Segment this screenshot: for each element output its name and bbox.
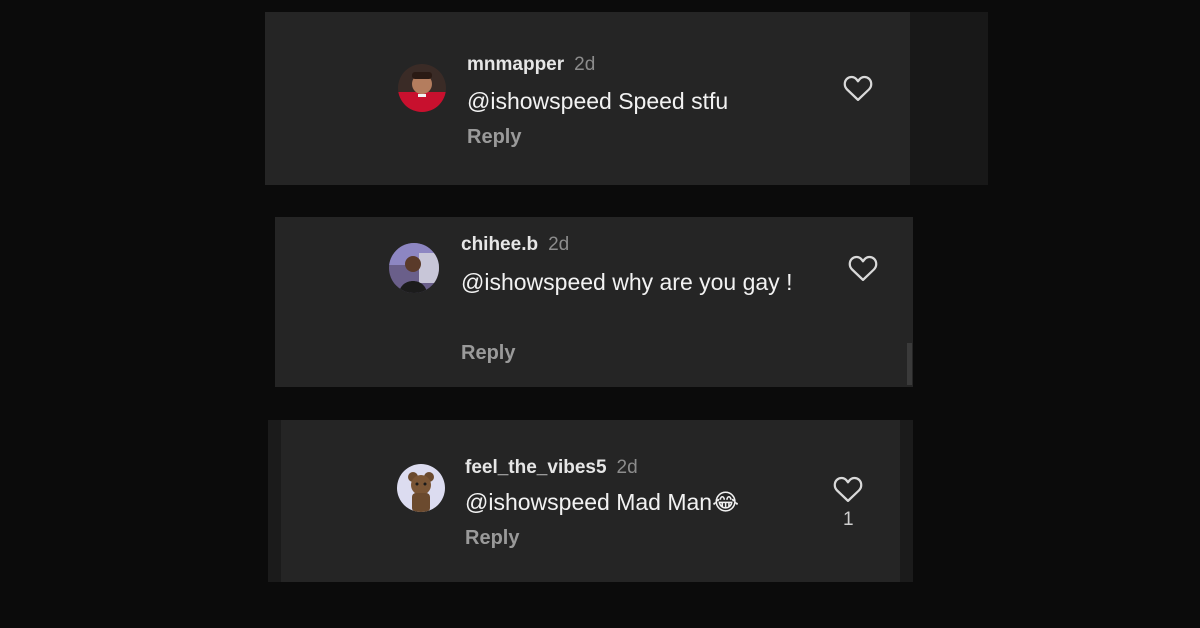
reply-button[interactable]: Reply — [465, 527, 519, 550]
comment-text: @ishowspeed why are you gay ! — [461, 269, 793, 295]
like-button[interactable] — [833, 475, 863, 503]
like-button[interactable] — [848, 254, 878, 282]
username-text[interactable]: chihee.b — [461, 234, 538, 255]
heart-outline-icon — [843, 75, 873, 101]
comment-card: chihee.b 2d @ishowspeed why are you gay !… — [275, 217, 913, 387]
scrollbar[interactable] — [907, 343, 912, 385]
card-edge-shadow — [910, 12, 988, 185]
username-text[interactable]: feel_the_vibes5 — [465, 457, 607, 478]
username-text[interactable]: mnmapper — [467, 54, 564, 75]
comment-time: 2d — [574, 54, 596, 75]
like-button[interactable] — [843, 74, 873, 102]
comment-username[interactable]: mnmapper 2d — [467, 54, 595, 76]
comment-time: 2d — [548, 234, 570, 255]
heart-outline-icon — [848, 255, 878, 281]
avatar[interactable] — [389, 243, 439, 293]
comment-card: feel_the_vibes5 2d @ishowspeed Mad Man😂 R… — [268, 420, 913, 582]
football-player-avatar-icon — [398, 64, 446, 112]
teddy-bear-avatar-icon — [397, 464, 445, 512]
comment-card: mnmapper 2d @ishowspeed Speed stfu Reply — [265, 12, 988, 185]
comment-username[interactable]: feel_the_vibes5 2d — [465, 457, 638, 479]
comment-username[interactable]: chihee.b 2d — [461, 234, 569, 256]
like-count: 1 — [843, 509, 854, 530]
comment-text: @ishowspeed Speed stfu — [467, 88, 729, 114]
heart-outline-icon — [833, 476, 863, 502]
person-photo-avatar-icon — [389, 243, 439, 293]
reply-button[interactable]: Reply — [467, 126, 521, 149]
comment-text: @ishowspeed Mad Man😂 — [465, 489, 739, 515]
card-edge-shadow — [900, 420, 913, 582]
reply-button[interactable]: Reply — [461, 342, 515, 365]
card-edge-shadow — [268, 420, 281, 582]
avatar[interactable] — [397, 464, 445, 512]
comment-time: 2d — [616, 457, 638, 478]
avatar[interactable] — [398, 64, 446, 112]
